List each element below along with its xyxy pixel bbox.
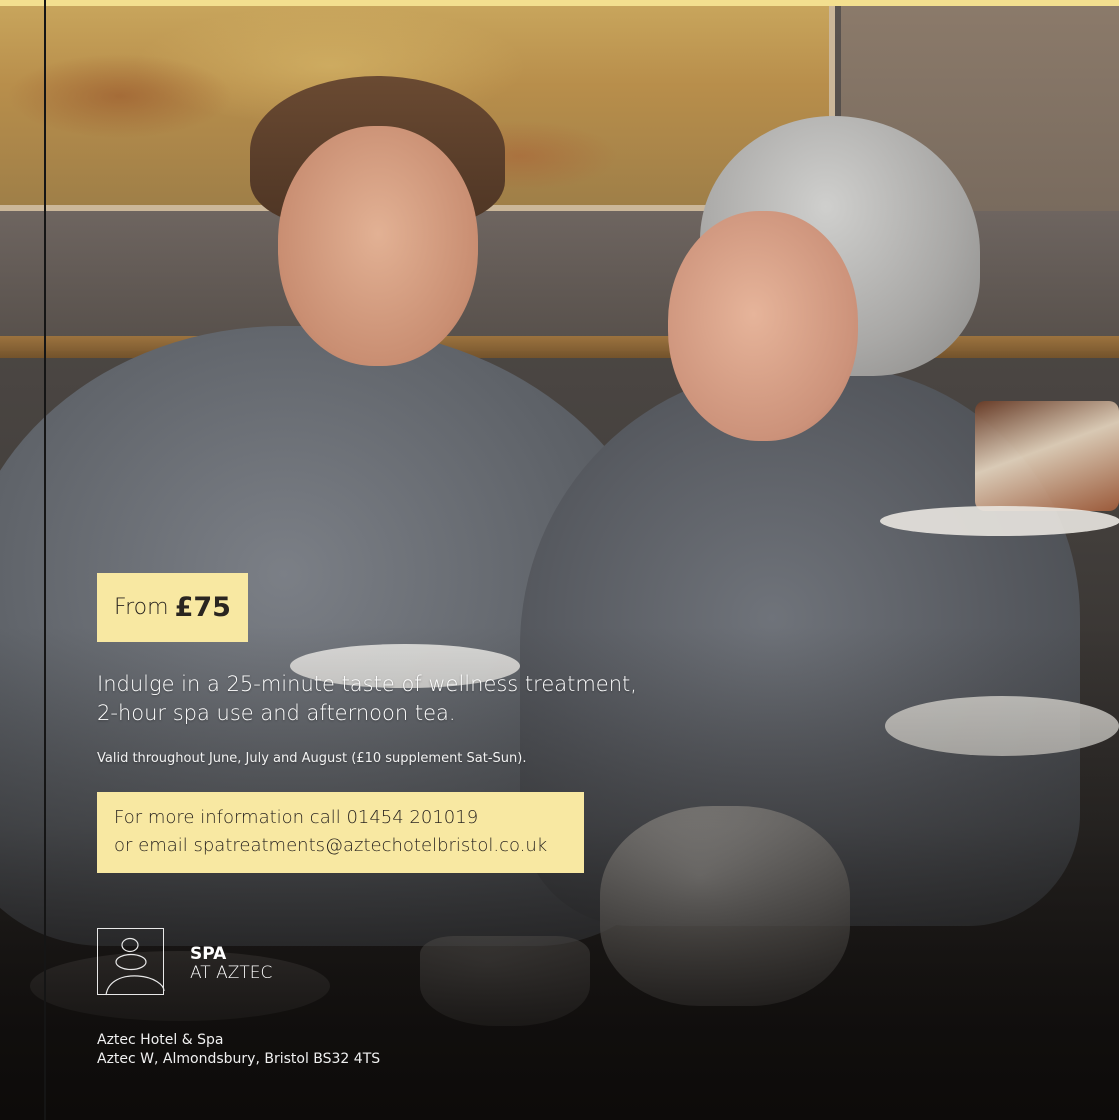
contact-phone-line: For more information call 01454 201019 [114,807,479,828]
address-line2: Aztec W, Almondsbury, Bristol BS32 4TS [97,1051,381,1067]
price-prefix: From [114,595,169,620]
photo-cake-stand-top [880,506,1119,536]
photo-face-left [278,126,478,366]
address-line1: Aztec Hotel & Spa [97,1032,224,1048]
photo-cake [975,401,1119,511]
contact-email-line: or email spatreatments@aztechotelbristol… [114,835,548,856]
offer-description-line2: 2-hour spa use and afternoon tea. [97,701,456,725]
offer-description: Indulge in a 25-minute taste of wellness… [97,670,717,728]
left-vertical-rule [44,0,46,1120]
address-block: Aztec Hotel & Spa Aztec W, Almondsbury, … [97,1031,380,1069]
price-value: £75 [174,592,231,623]
offer-description-line1: Indulge in a 25-minute taste of wellness… [97,672,637,696]
brand-line1: SPA [190,944,227,964]
brand-logo: SPA AT AZTEC [97,928,272,996]
spa-offer-poster: From £75 Indulge in a 25-minute taste of… [0,0,1119,1120]
stacked-stones-icon [97,928,165,996]
validity-note: Valid throughout June, July and August (… [97,751,527,766]
contact-box: For more information call 01454 201019 o… [97,792,584,873]
price-badge: From £75 [97,573,248,642]
brand-wordmark: SPA AT AZTEC [190,945,272,995]
brand-line2: AT AZTEC [190,963,273,983]
photo-face-right [668,211,858,441]
